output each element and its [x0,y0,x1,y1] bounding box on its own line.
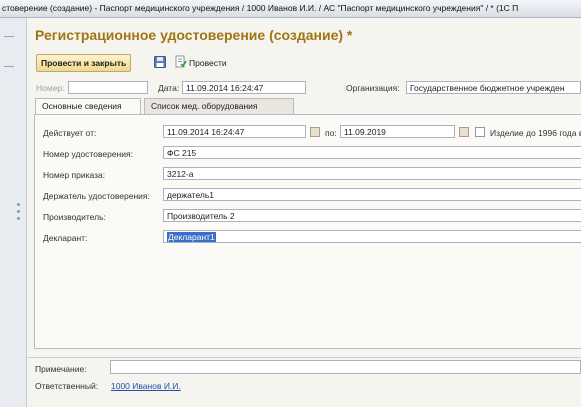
valid-to-label: по: [325,128,337,138]
splitter-grip-icon[interactable] [17,210,20,213]
date-label: Дата: [158,83,180,93]
order-number-field[interactable]: 3212-а [163,167,581,180]
cert-number-label: Номер удостоверения: [43,149,133,159]
organization-field[interactable]: Государственное бюджетное учрежден [406,81,581,94]
splitter-grip-icon[interactable] [17,217,20,220]
note-field[interactable] [110,360,581,374]
window-titlebar: стоверение (создание) - Паспорт медицинс… [0,0,581,18]
calendar-icon[interactable] [310,127,320,137]
splitter-grip-icon[interactable] [17,203,20,206]
tab-main-info[interactable]: Основные сведения [35,98,141,115]
declarant-label: Декларант: [43,233,88,243]
declarant-selected-text: Декларант1 [167,232,216,242]
valid-from-field[interactable]: 11.09.2014 16:24:47 [163,125,306,138]
calendar-icon[interactable] [459,127,469,137]
order-number-label: Номер приказа: [43,170,106,180]
window-title: стоверение (создание) - Паспорт медицинс… [2,3,519,13]
note-label: Примечание: [35,364,87,374]
pre-1996-label: Изделие до 1996 года вып [490,128,581,138]
holder-field[interactable]: держатель1 [163,188,581,201]
footer-separator [27,357,581,358]
post-button[interactable]: Провести [184,54,232,72]
dash-icon [4,36,14,37]
declarant-field[interactable]: Декларант1 [163,230,581,243]
tab-panel-main-info: Действует от: 11.09.2014 16:24:47 по: 11… [34,114,581,349]
manufacturer-label: Производитель: [43,212,106,222]
valid-to-field[interactable]: 11.09.2019 [340,125,455,138]
post-and-close-button[interactable]: Провести и закрыть [36,54,132,72]
manufacturer-field[interactable]: Производитель 2 [163,209,581,222]
registration-form: Регистрационное удостоверение (создание)… [27,18,581,407]
number-field[interactable] [68,81,148,94]
organization-label: Организация: [346,83,400,93]
responsible-label: Ответственный: [35,381,99,391]
valid-from-label: Действует от: [43,128,97,138]
date-field[interactable]: 11.09.2014 16:24:47 [182,81,306,94]
cert-number-field[interactable]: ФС 215 [163,146,581,159]
tab-equipment-list[interactable]: Список мед. оборудования [144,98,294,114]
holder-label: Держатель удостоверения: [43,191,150,201]
responsible-link[interactable]: 1000 Иванов И.И. [111,381,181,391]
dash-icon [4,66,14,67]
form-title: Регистрационное удостоверение (создание)… [35,27,353,43]
left-panel-strip [0,18,27,407]
number-label: Номер: [36,83,65,93]
save-icon[interactable] [154,56,166,68]
checkbox-icon[interactable] [475,127,485,137]
